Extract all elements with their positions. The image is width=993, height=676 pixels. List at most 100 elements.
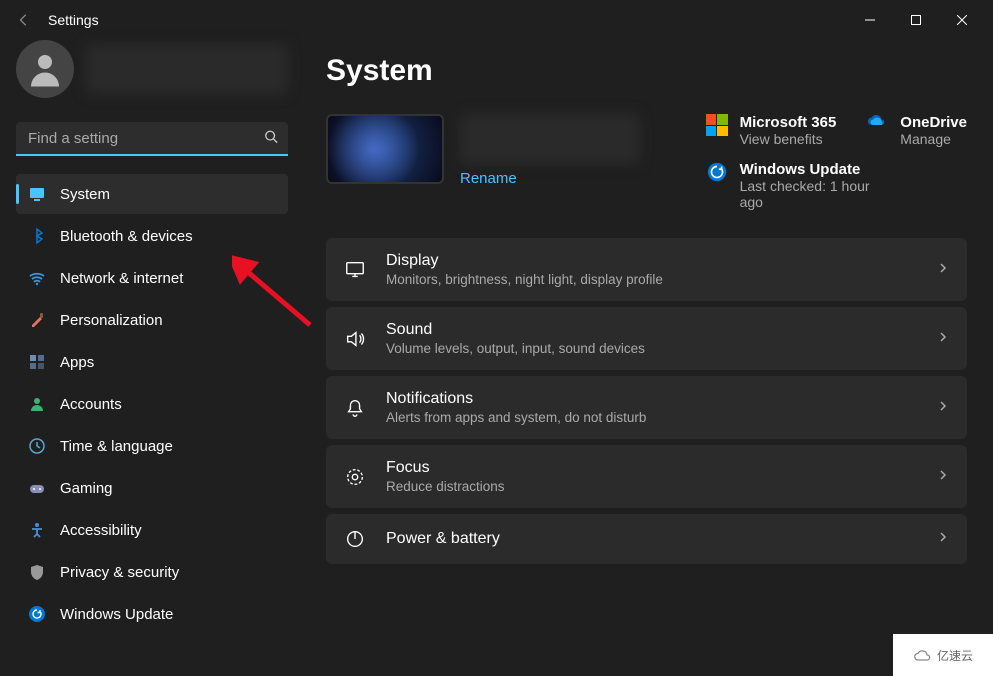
setting-row-focus[interactable]: Focus Reduce distractions bbox=[326, 445, 967, 508]
nav-label: Time & language bbox=[60, 438, 173, 455]
nav-label: Bluetooth & devices bbox=[60, 228, 193, 245]
chevron-right-icon bbox=[937, 530, 949, 548]
tile-sub: View benefits bbox=[740, 131, 837, 147]
search-box[interactable] bbox=[16, 122, 288, 156]
setting-sub: Alerts from apps and system, do not dist… bbox=[386, 410, 917, 425]
tile-sub: Manage bbox=[900, 131, 967, 147]
nav-item-privacy-security[interactable]: Privacy & security bbox=[16, 552, 288, 592]
search-icon bbox=[264, 130, 278, 149]
search-input[interactable] bbox=[16, 122, 288, 156]
setting-row-sound[interactable]: Sound Volume levels, output, input, sound… bbox=[326, 307, 967, 370]
main-content: System Rename Microsoft 365 View benefit… bbox=[300, 40, 993, 676]
back-button[interactable] bbox=[8, 4, 40, 36]
chevron-right-icon bbox=[937, 468, 949, 486]
tile-title: OneDrive bbox=[900, 114, 967, 131]
gamepad-icon bbox=[28, 479, 46, 497]
clock-globe-icon bbox=[28, 437, 46, 455]
minimize-icon bbox=[865, 15, 875, 25]
maximize-button[interactable] bbox=[893, 4, 939, 36]
page-title: System bbox=[326, 54, 967, 88]
person-icon bbox=[28, 395, 46, 413]
nav-item-bluetooth-devices[interactable]: Bluetooth & devices bbox=[16, 216, 288, 256]
ms365-icon bbox=[706, 114, 728, 136]
monitor-icon bbox=[28, 185, 46, 203]
sound-icon bbox=[344, 328, 366, 350]
nav-item-personalization[interactable]: Personalization bbox=[16, 300, 288, 340]
tile-windows-update[interactable]: Windows Update Last checked: 1 hour ago bbox=[706, 161, 967, 210]
close-button[interactable] bbox=[939, 4, 985, 36]
onedrive-icon bbox=[866, 114, 888, 136]
nav-label: Apps bbox=[60, 354, 94, 371]
cloud-icon bbox=[913, 645, 933, 665]
person-icon bbox=[24, 48, 66, 90]
setting-title: Display bbox=[386, 252, 917, 270]
focus-icon bbox=[344, 466, 366, 488]
device-thumbnail bbox=[326, 114, 444, 184]
nav-item-windows-update[interactable]: Windows Update bbox=[16, 594, 288, 634]
chevron-right-icon bbox=[937, 399, 949, 417]
setting-title: Focus bbox=[386, 459, 917, 477]
grid-icon bbox=[28, 353, 46, 371]
settings-list: Display Monitors, brightness, night light… bbox=[326, 238, 967, 564]
setting-row-power-battery[interactable]: Power & battery bbox=[326, 514, 967, 564]
avatar bbox=[16, 40, 74, 98]
brush-icon bbox=[28, 311, 46, 329]
tile-ms365[interactable]: Microsoft 365 View benefits bbox=[706, 114, 837, 147]
watermark: 亿速云 bbox=[893, 634, 993, 676]
nav-label: Personalization bbox=[60, 312, 163, 329]
tile-sub: Last checked: 1 hour ago bbox=[740, 178, 890, 210]
watermark-text: 亿速云 bbox=[937, 647, 973, 664]
window-controls bbox=[847, 4, 985, 36]
tile-onedrive[interactable]: OneDrive Manage bbox=[866, 114, 967, 147]
bell-icon bbox=[344, 397, 366, 419]
nav-item-time-language[interactable]: Time & language bbox=[16, 426, 288, 466]
nav-label: Windows Update bbox=[60, 606, 173, 623]
setting-title: Power & battery bbox=[386, 530, 917, 548]
setting-title: Sound bbox=[386, 321, 917, 339]
setting-sub: Reduce distractions bbox=[386, 479, 917, 494]
close-icon bbox=[957, 15, 967, 25]
nav-label: Privacy & security bbox=[60, 564, 179, 581]
setting-sub: Monitors, brightness, night light, displ… bbox=[386, 272, 917, 287]
nav-item-apps[interactable]: Apps bbox=[16, 342, 288, 382]
tile-title: Microsoft 365 bbox=[740, 114, 837, 131]
device-name-redacted bbox=[460, 114, 640, 164]
nav-label: System bbox=[60, 186, 110, 203]
chevron-right-icon bbox=[937, 330, 949, 348]
nav-list: System Bluetooth & devices Network & inter… bbox=[16, 174, 288, 634]
nav-label: Network & internet bbox=[60, 270, 183, 287]
nav-item-network-internet[interactable]: Network & internet bbox=[16, 258, 288, 298]
window-title: Settings bbox=[48, 12, 99, 28]
sync-icon bbox=[28, 605, 46, 623]
sync-icon bbox=[706, 161, 728, 183]
sidebar: System Bluetooth & devices Network & inter… bbox=[0, 40, 300, 676]
tile-title: Windows Update bbox=[740, 161, 890, 178]
nav-item-gaming[interactable]: Gaming bbox=[16, 468, 288, 508]
profile-section[interactable] bbox=[16, 40, 288, 104]
setting-row-notifications[interactable]: Notifications Alerts from apps and system… bbox=[326, 376, 967, 439]
setting-sub: Volume levels, output, input, sound devi… bbox=[386, 341, 917, 356]
info-cards-row: Rename Microsoft 365 View benefits bbox=[326, 114, 967, 210]
arrow-left-icon bbox=[17, 13, 31, 27]
nav-item-system[interactable]: System bbox=[16, 174, 288, 214]
chevron-right-icon bbox=[937, 261, 949, 279]
shield-icon bbox=[28, 563, 46, 581]
nav-label: Accessibility bbox=[60, 522, 142, 539]
maximize-icon bbox=[911, 15, 921, 25]
setting-row-display[interactable]: Display Monitors, brightness, night light… bbox=[326, 238, 967, 301]
power-icon bbox=[344, 528, 366, 550]
device-card: Rename bbox=[326, 114, 640, 210]
nav-label: Accounts bbox=[60, 396, 122, 413]
nav-item-accessibility[interactable]: Accessibility bbox=[16, 510, 288, 550]
rename-link[interactable]: Rename bbox=[460, 170, 640, 187]
setting-title: Notifications bbox=[386, 390, 917, 408]
profile-name-redacted bbox=[86, 44, 288, 94]
accessibility-icon bbox=[28, 521, 46, 539]
nav-item-accounts[interactable]: Accounts bbox=[16, 384, 288, 424]
title-bar: Settings bbox=[0, 0, 993, 40]
display-icon bbox=[344, 259, 366, 281]
wifi-icon bbox=[28, 269, 46, 287]
nav-label: Gaming bbox=[60, 480, 113, 497]
minimize-button[interactable] bbox=[847, 4, 893, 36]
bluetooth-icon bbox=[28, 227, 46, 245]
